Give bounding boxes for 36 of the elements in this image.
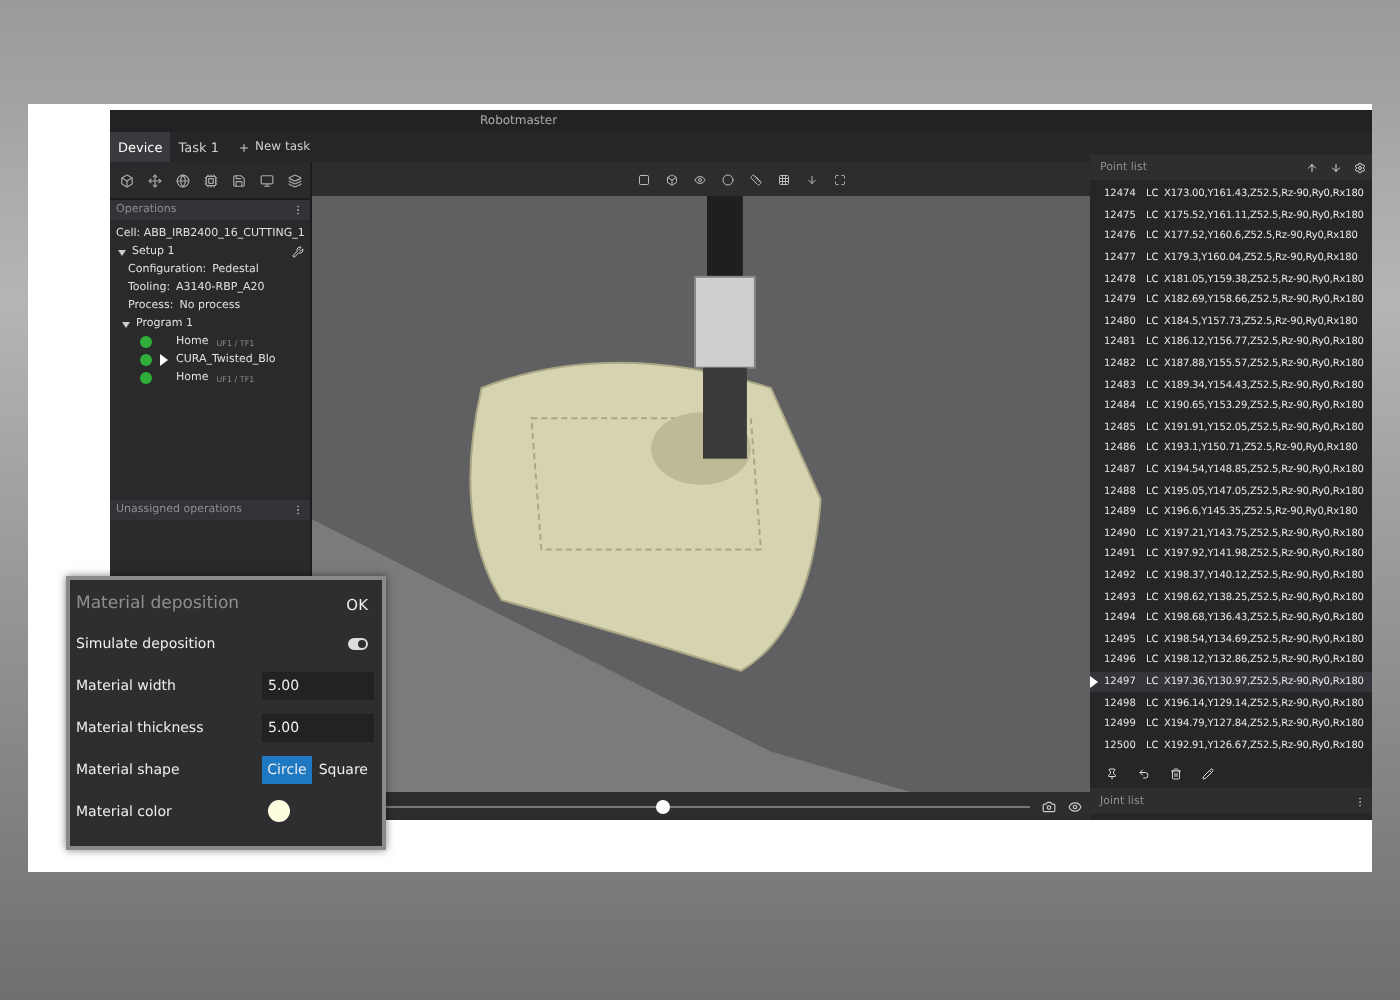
status-dot	[140, 354, 152, 366]
status-dot	[140, 336, 152, 348]
ruler-icon[interactable]	[749, 173, 761, 185]
move-icon[interactable]	[148, 173, 162, 187]
grid-icon[interactable]	[777, 173, 789, 185]
dialog-title: Material deposition	[76, 594, 240, 614]
color-swatch[interactable]	[268, 800, 290, 822]
play-icon	[1090, 675, 1098, 688]
arrow-up-icon[interactable]	[1306, 161, 1318, 173]
slider-thumb[interactable]	[656, 799, 671, 813]
save-icon[interactable]	[232, 173, 246, 187]
wrench-icon[interactable]	[292, 246, 304, 258]
chip-icon[interactable]	[204, 173, 218, 187]
square-icon[interactable]	[637, 173, 649, 185]
plus-icon	[238, 141, 251, 153]
circle-icon[interactable]	[721, 173, 733, 185]
arrow-down-icon[interactable]	[1330, 161, 1342, 173]
cube-icon[interactable]	[120, 173, 134, 187]
caret-icon[interactable]	[118, 249, 126, 255]
pin-icon[interactable]	[1106, 767, 1118, 779]
layers-icon[interactable]	[288, 173, 302, 187]
3d-viewport[interactable]	[312, 196, 1090, 792]
eye-icon[interactable]	[1068, 799, 1082, 813]
settings-icon[interactable]	[1354, 161, 1366, 173]
monitor-icon[interactable]	[260, 173, 274, 187]
undo-icon[interactable]	[1138, 767, 1150, 779]
globe-icon[interactable]	[176, 173, 190, 187]
cube-icon[interactable]	[665, 173, 677, 185]
status-dot	[140, 372, 152, 384]
pencil-icon[interactable]	[1202, 767, 1214, 779]
caret-icon[interactable]	[122, 321, 130, 327]
camera-icon[interactable]	[1042, 799, 1056, 813]
toggle-switch[interactable]	[348, 637, 368, 649]
arrow-down-icon[interactable]	[805, 173, 817, 185]
eye-icon[interactable]	[693, 173, 705, 185]
trash-icon[interactable]	[1170, 767, 1182, 779]
